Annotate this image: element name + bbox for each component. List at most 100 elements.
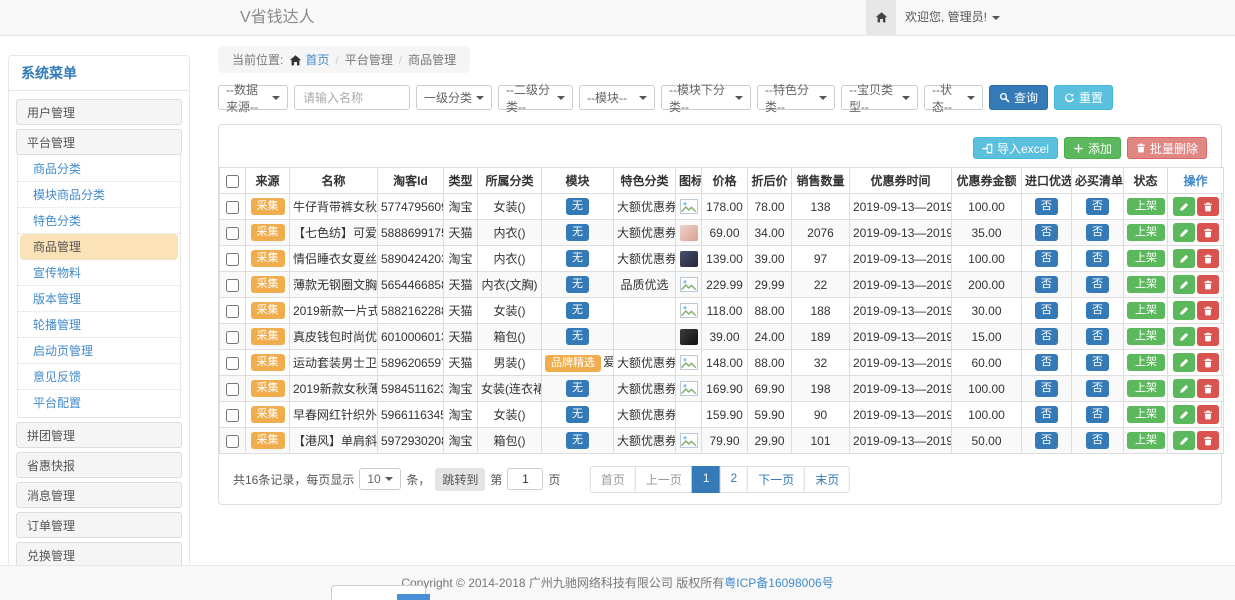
sidebar-subitem-promo-materials[interactable]: 宣传物料 [18,260,180,286]
must-buy-toggle[interactable]: 否 [1086,250,1109,267]
reset-button[interactable]: 重置 [1054,85,1113,110]
sidebar-subitem-featured-categories[interactable]: 特色分类 [18,208,180,234]
status-badge[interactable]: 上架 [1127,380,1165,397]
category2-select[interactable]: --二级分类-- [498,85,573,110]
sidebar-subitem-splash-page-management[interactable]: 启动页管理 [18,338,180,364]
delete-button[interactable] [1197,379,1219,398]
imported-toggle[interactable]: 否 [1035,302,1058,319]
must-buy-toggle[interactable]: 否 [1086,198,1109,215]
imported-toggle[interactable]: 否 [1035,380,1058,397]
pager-prev[interactable]: 上一页 [635,466,693,493]
pager-next[interactable]: 下一页 [747,466,805,493]
delete-button[interactable] [1197,431,1219,450]
status-badge[interactable]: 上架 [1127,302,1165,319]
edit-button[interactable] [1173,223,1195,242]
status-select[interactable]: --状态-- [924,85,983,110]
row-checkbox[interactable] [226,227,239,240]
edit-button[interactable] [1173,405,1195,424]
row-checkbox[interactable] [226,331,239,344]
must-buy-toggle[interactable]: 否 [1086,380,1109,397]
imported-toggle[interactable]: 否 [1035,276,1058,293]
edit-button[interactable] [1173,275,1195,294]
imported-toggle[interactable]: 否 [1035,354,1058,371]
pager-page-1[interactable]: 1 [692,466,721,493]
pager-last[interactable]: 末页 [804,466,850,493]
must-buy-toggle[interactable]: 否 [1086,406,1109,423]
edit-button[interactable] [1173,431,1195,450]
delete-button[interactable] [1197,197,1219,216]
sidebar-item-group-buy-management[interactable]: 拼团管理 [16,422,182,448]
edit-button[interactable] [1173,301,1195,320]
must-buy-toggle[interactable]: 否 [1086,354,1109,371]
edit-button[interactable] [1173,249,1195,268]
row-checkbox[interactable] [226,435,239,448]
delete-button[interactable] [1197,249,1219,268]
row-checkbox[interactable] [226,409,239,422]
sidebar-item-message-management[interactable]: 消息管理 [16,482,182,508]
imported-toggle[interactable]: 否 [1035,250,1058,267]
delete-button[interactable] [1197,223,1219,242]
sidebar-subitem-product-management[interactable]: 商品管理 [20,234,178,260]
delete-button[interactable] [1197,275,1219,294]
row-checkbox[interactable] [226,201,239,214]
category1-select[interactable]: 一级分类 [416,85,492,110]
module-subcategory-select[interactable]: --模块下分类-- [661,85,751,110]
user-menu[interactable]: 欢迎您, 管理员! [905,0,1000,35]
must-buy-toggle[interactable]: 否 [1086,302,1109,319]
data-source-select[interactable]: --数据来源-- [218,85,288,110]
name-search-input[interactable] [294,85,410,110]
row-checkbox[interactable] [226,383,239,396]
must-buy-toggle[interactable]: 否 [1086,276,1109,293]
must-buy-toggle[interactable]: 否 [1086,224,1109,241]
imported-toggle[interactable]: 否 [1035,328,1058,345]
imported-toggle[interactable]: 否 [1035,224,1058,241]
edit-button[interactable] [1173,327,1195,346]
row-checkbox[interactable] [226,253,239,266]
delete-button[interactable] [1197,301,1219,320]
sidebar-item-exchange-management[interactable]: 兑换管理 [16,542,182,565]
status-badge[interactable]: 上架 [1127,198,1165,215]
edit-button[interactable] [1173,197,1195,216]
imported-toggle[interactable]: 否 [1035,406,1058,423]
delete-button[interactable] [1197,405,1219,424]
import-excel-button[interactable]: 导入excel [973,137,1058,159]
home-button[interactable] [866,0,896,35]
delete-button[interactable] [1197,353,1219,372]
status-badge[interactable]: 上架 [1127,224,1165,241]
item-type-select[interactable]: --宝贝类型-- [841,85,918,110]
search-button[interactable]: 查询 [989,85,1048,110]
per-page-select[interactable]: 10 [359,468,401,490]
sidebar-subitem-platform-config[interactable]: 平台配置 [18,390,180,416]
jump-button[interactable]: 跳转到 [435,468,485,491]
must-buy-toggle[interactable]: 否 [1086,432,1109,449]
status-badge[interactable]: 上架 [1127,328,1165,345]
sidebar-item-savings-bulletin[interactable]: 省惠快报 [16,452,182,478]
pager-page-2[interactable]: 2 [720,466,749,493]
status-badge[interactable]: 上架 [1127,250,1165,267]
sidebar-item-order-management[interactable]: 订单管理 [16,512,182,538]
sidebar-subitem-feedback[interactable]: 意见反馈 [18,364,180,390]
select-all-checkbox[interactable] [226,175,239,188]
status-badge[interactable]: 上架 [1127,406,1165,423]
row-checkbox[interactable] [226,357,239,370]
sidebar-item-user-management[interactable]: 用户管理 [16,99,182,125]
status-badge[interactable]: 上架 [1127,432,1165,449]
pager-first[interactable]: 首页 [590,466,636,493]
batch-delete-button[interactable]: 批量删除 [1127,137,1207,159]
page-number-input[interactable] [507,468,543,490]
must-buy-toggle[interactable]: 否 [1086,328,1109,345]
icp-link[interactable]: 粤ICP备16098006号 [724,576,833,590]
feature-category-select[interactable]: --特色分类-- [757,85,835,110]
imported-toggle[interactable]: 否 [1035,432,1058,449]
edit-button[interactable] [1173,379,1195,398]
sidebar-subitem-product-categories[interactable]: 商品分类 [18,156,180,182]
sidebar-item-platform-management[interactable]: 平台管理 [16,129,182,155]
row-checkbox[interactable] [226,279,239,292]
sidebar-subitem-module-product-categories[interactable]: 模块商品分类 [18,182,180,208]
status-badge[interactable]: 上架 [1127,276,1165,293]
status-badge[interactable]: 上架 [1127,354,1165,371]
imported-toggle[interactable]: 否 [1035,198,1058,215]
module-select[interactable]: --模块-- [579,85,655,110]
sidebar-subitem-version-management[interactable]: 版本管理 [18,286,180,312]
edit-button[interactable] [1173,353,1195,372]
